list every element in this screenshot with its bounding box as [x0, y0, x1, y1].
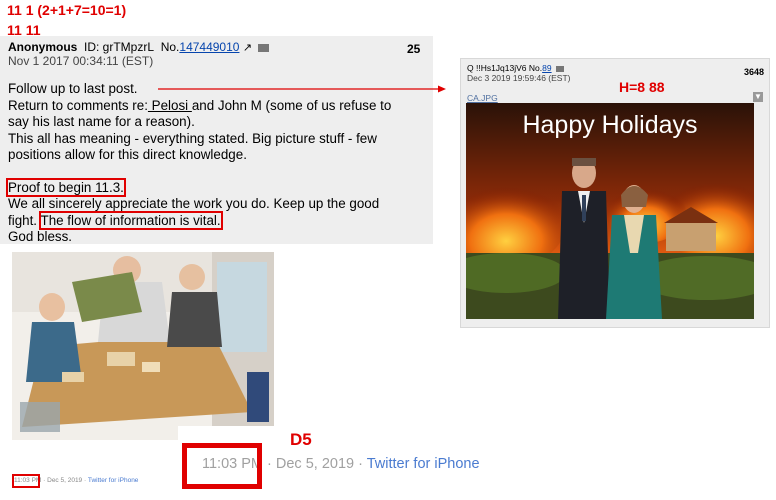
image-title: Happy Holidays — [522, 111, 697, 139]
download-icon[interactable]: ▼ — [753, 92, 763, 102]
folder-icon[interactable] — [555, 65, 564, 72]
kids-playing-photo — [12, 252, 274, 440]
annotation-h8: H=8 88 — [619, 79, 665, 95]
reply-count: 3648 — [744, 67, 765, 77]
time-highlight-zoom — [182, 443, 262, 489]
post-header: Q !!Hs1Jq13jV6 No.89 — [467, 63, 564, 73]
post-number-link[interactable]: 89 — [542, 63, 551, 73]
image-filename-link[interactable]: CA.JPG — [467, 93, 498, 103]
twitter-source-link[interactable]: Twitter for iPhone — [367, 456, 480, 472]
annotation-d5: D5 — [290, 430, 312, 449]
wildfire-scene: Happy Holidays — [466, 103, 754, 319]
post-date: Dec 3 2019 19:59:46 (EST) — [467, 73, 571, 83]
time-highlight-small — [12, 474, 40, 488]
twitter-source-link[interactable]: Twitter for iPhone — [88, 477, 139, 484]
post-2019: Q !!Hs1Jq13jV6 No.89 Dec 3 2019 19:59:46… — [460, 58, 770, 328]
holiday-image[interactable]: Happy Holidays — [466, 103, 754, 319]
